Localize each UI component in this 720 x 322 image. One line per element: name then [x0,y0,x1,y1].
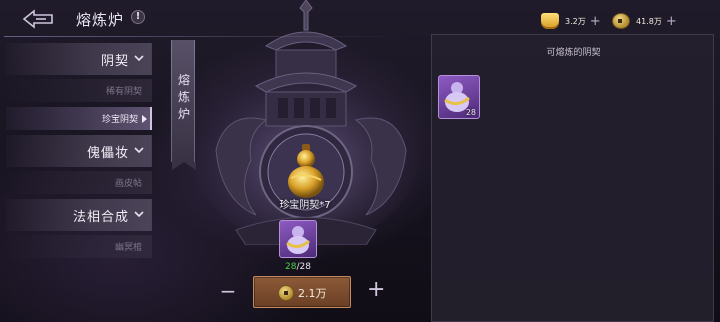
purple-gourd-icon [286,226,311,254]
category-menu: 阴契 稀有阴契 珍宝阴契 傀儡妆 画皮帖 法相合成 幽冥棺 [6,43,152,263]
chevron-down-icon [134,211,144,218]
page-title: 熔炼炉 [76,11,125,29]
currency-copper-coin: 41.8万 + [612,12,677,30]
panel-title: 可熔炼的阴契 [546,48,601,58]
back-button[interactable] [22,8,56,30]
menu-subitem-nether-coffin[interactable]: 幽冥棺 [6,235,152,258]
item-count: 28 [465,108,476,117]
menu-category-yinqi[interactable]: 阴契 [6,43,152,75]
selected-arrow-icon [142,115,147,123]
menu-category-label: 法相合成 [72,210,129,225]
menu-subitem-label: 稀有阴契 [105,87,142,97]
currency-amount: 3.2万 [565,16,586,26]
copper-coin-icon [278,285,294,301]
golden-gourd-icon [288,144,324,198]
back-arrow-icon [22,9,53,29]
material-need-count: 28 [299,262,311,272]
refine-cost: 2.1万 [298,287,327,300]
add-currency-button[interactable]: + [590,15,601,28]
item-name: 珍宝阴契*7 [279,200,331,211]
header-divider [4,36,404,37]
decrease-quantity-button[interactable]: − [219,281,237,301]
gold-ingot-icon [541,13,559,29]
material-slot[interactable] [279,220,317,258]
add-currency-button[interactable]: + [666,15,677,28]
menu-subitem-label: 画皮帖 [114,179,142,189]
refinable-item-slot[interactable]: 28 [438,75,480,119]
chevron-down-icon [134,55,144,62]
menu-subitem-label: 幽冥棺 [114,243,142,253]
currency-amount: 41.8万 [636,16,662,26]
chevron-down-icon [134,147,144,154]
menu-category-label: 阴契 [100,54,129,69]
currency-gold-ingot: 3.2万 + [541,12,601,30]
refinable-items-panel: 可熔炼的阴契 28 [431,34,714,322]
menu-category-label: 傀儡妆 [86,146,129,161]
menu-subitem-rare-yinqi[interactable]: 稀有阴契 [6,79,152,102]
refine-button[interactable]: 2.1万 [253,276,351,308]
vertical-banner: 熔炼炉 [171,40,196,170]
menu-category-puppet-makeup[interactable]: 傀儡妆 [6,135,152,167]
material-have-count: 28 [285,262,297,272]
menu-subitem-treasure-yinqi[interactable]: 珍宝阴契 [6,107,152,130]
menu-subitem-label: 珍宝阴契 [101,115,138,125]
banner-text: 熔炼炉 [177,73,190,121]
menu-category-faxiang-synthesis[interactable]: 法相合成 [6,199,152,231]
info-icon[interactable]: ! [131,10,145,24]
header: 熔炼炉 ! 3.2万 + 41.8万 + [0,0,720,38]
copper-coin-icon [612,13,630,29]
material-count: 28/28 [270,262,326,272]
menu-subitem-painted-skin[interactable]: 画皮帖 [6,171,152,194]
increase-quantity-button[interactable]: + [367,279,385,301]
